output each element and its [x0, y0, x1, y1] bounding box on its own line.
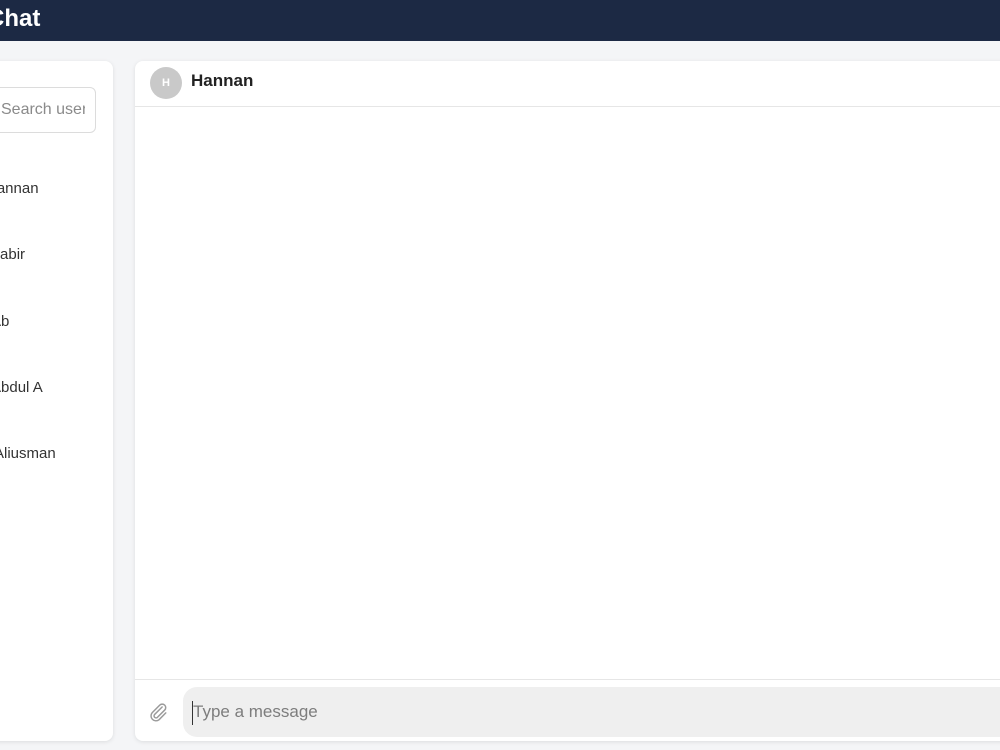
chat-panel: H Hannan — [135, 61, 1000, 741]
chat-header: H Hannan — [135, 61, 1000, 107]
contact-item-ab[interactable]: Ab — [0, 303, 113, 343]
contact-item-abdul-a[interactable]: Abdul A — [0, 369, 113, 409]
contact-name: Hannan — [0, 180, 39, 197]
contact-item-hannan[interactable]: Hannan — [0, 170, 113, 210]
search-user-input[interactable] — [0, 87, 96, 133]
contact-name: Sabir — [0, 246, 26, 263]
contact-name: Aliusman — [0, 445, 56, 462]
app-title: Chat — [0, 5, 41, 32]
top-bar: Chat — [0, 0, 1000, 41]
chat-contact-name: Hannan — [191, 71, 254, 90]
avatar: H — [150, 67, 182, 99]
contact-name: Ab — [0, 313, 10, 330]
contact-item-sabir[interactable]: Sabir — [0, 236, 113, 276]
message-list[interactable] — [135, 108, 1000, 680]
text-caret — [192, 701, 193, 725]
message-input[interactable] — [183, 687, 1000, 737]
contact-name: Abdul A — [0, 379, 43, 396]
contact-item-aliusman[interactable]: Aliusman — [0, 435, 113, 475]
paperclip-icon[interactable] — [147, 701, 169, 723]
